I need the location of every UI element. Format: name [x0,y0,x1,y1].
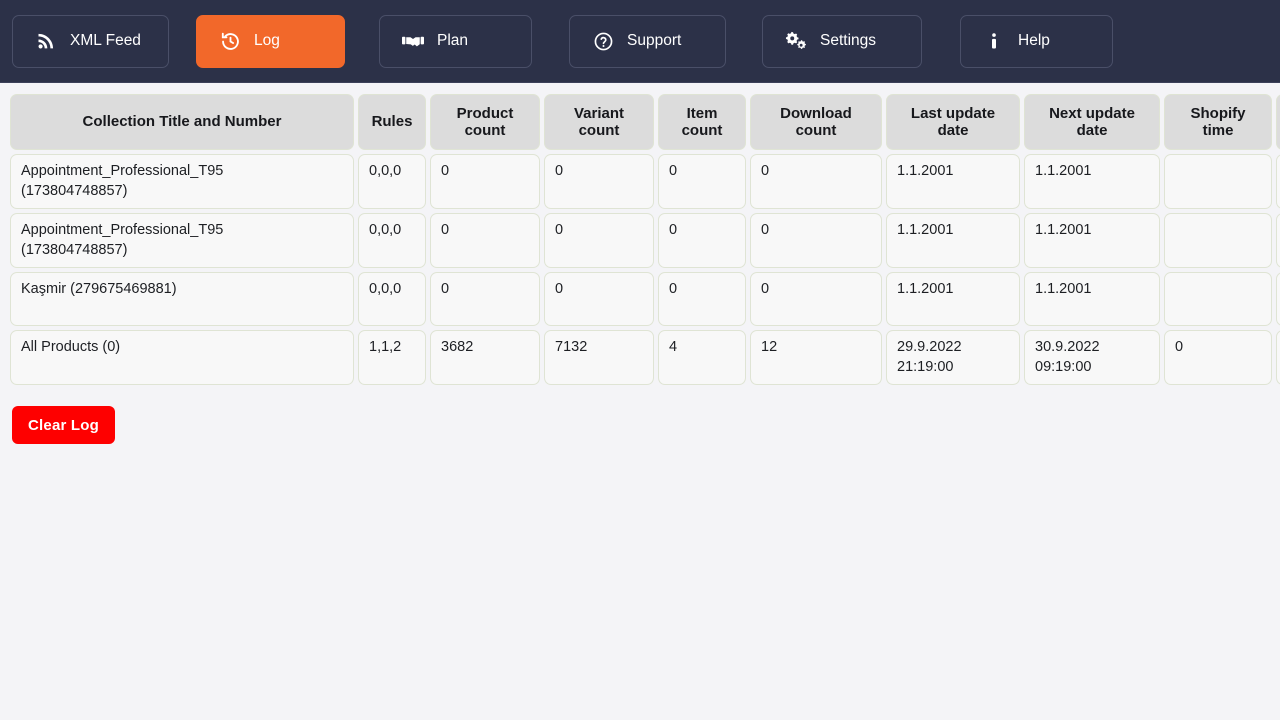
table-header-row: Collection Title and Number Rules Produc… [10,94,1280,150]
cell-product-count: 0 [430,272,540,327]
cell-collection-title: Appointment_Professional_T95 (1738047488… [10,213,354,269]
cell-item-count: 4 [658,330,746,386]
cell-last-update-date: 1.1.2001 [886,213,1020,269]
cell-last-update-date: 29.9.2022 21:19:00 [886,330,1020,386]
table-row[interactable]: Kaşmir (279675469881) 0,0,0 0 0 0 0 1.1.… [10,272,1280,327]
cell-download-count: 0 [750,154,882,210]
cell-variant-count: 0 [544,213,654,269]
cell-shopify-time [1164,272,1272,327]
cell-product-count: 3682 [430,330,540,386]
cell-collection-title: All Products (0) [10,330,354,386]
handshake-icon [402,30,424,52]
column-header-collection-title[interactable]: Collection Title and Number [10,94,354,150]
cell-last-update-date: 1.1.2001 [886,154,1020,210]
column-header-download-count[interactable]: Download count [750,94,882,150]
cell-download-count: 0 [750,213,882,269]
cell-item-count: 0 [658,213,746,269]
cell-collection-title: Kaşmir (279675469881) [10,272,354,327]
history-clock-icon [219,30,241,52]
column-header-next-update-date[interactable]: Next update date [1024,94,1160,150]
cell-next-update-date: 1.1.2001 [1024,213,1160,269]
nav-label-plan: Plan [437,32,469,50]
table-row[interactable]: All Products (0) 1,1,2 3682 7132 4 12 29… [10,330,1280,386]
log-table-container: Collection Title and Number Rules Produc… [0,90,1280,389]
rss-icon [35,30,57,52]
nav-label-xml-feed: XML Feed [70,32,141,50]
nav-button-support[interactable]: Support [569,14,726,68]
nav-button-plan[interactable]: Plan [379,14,532,68]
cell-shopify-time [1164,154,1272,210]
nav-label-support: Support [627,32,682,50]
cell-item-count: 0 [658,154,746,210]
nav-button-xml-feed[interactable]: XML Feed [12,14,169,68]
table-row[interactable]: Appointment_Professional_T95 (1738047488… [10,213,1280,269]
cell-rules: 0,0,0 [358,213,426,269]
column-header-item-count[interactable]: Item count [658,94,746,150]
column-header-variant-count[interactable]: Variant count [544,94,654,150]
cell-shopify-time [1164,213,1272,269]
cell-next-update-date: 30.9.2022 09:19:00 [1024,330,1160,386]
nav-button-settings[interactable]: Settings [762,14,922,68]
cell-item-count: 0 [658,272,746,327]
nav-label-help: Help [1018,32,1050,50]
cell-rules: 1,1,2 [358,330,426,386]
cell-variant-count: 0 [544,154,654,210]
info-icon [983,30,1005,52]
nav-label-settings: Settings [820,32,877,50]
cell-next-update-date: 1.1.2001 [1024,272,1160,327]
column-header-last-update-date[interactable]: Last update date [886,94,1020,150]
nav-button-log[interactable]: Log [196,14,345,68]
cell-product-count: 0 [430,154,540,210]
cell-collection-title: Appointment_Professional_T95 (1738047488… [10,154,354,210]
question-circle-icon [592,30,614,52]
cell-download-count: 0 [750,272,882,327]
cell-shopify-time: 0 [1164,330,1272,386]
cell-variant-count: 0 [544,272,654,327]
column-header-shopify-time[interactable]: Shopify time [1164,94,1272,150]
cell-overflow [1276,330,1280,386]
column-header-rules[interactable]: Rules [358,94,426,150]
column-header-overflow[interactable] [1276,94,1280,150]
cell-product-count: 0 [430,213,540,269]
cell-variant-count: 7132 [544,330,654,386]
nav-label-log: Log [254,32,280,50]
cell-download-count: 12 [750,330,882,386]
cell-overflow [1276,154,1280,210]
cell-rules: 0,0,0 [358,272,426,327]
cell-rules: 0,0,0 [358,154,426,210]
table-row[interactable]: Appointment_Professional_T95 (1738047488… [10,154,1280,210]
cell-overflow [1276,213,1280,269]
clear-log-button[interactable]: Clear Log [12,406,115,444]
cell-last-update-date: 1.1.2001 [886,272,1020,327]
cell-next-update-date: 1.1.2001 [1024,154,1160,210]
gears-icon [785,30,807,52]
nav-button-help[interactable]: Help [960,14,1113,68]
log-table: Collection Title and Number Rules Produc… [6,90,1280,389]
cell-overflow [1276,272,1280,327]
top-navigation-bar: XML Feed Log Plan Support Settings Help [0,0,1280,83]
column-header-product-count[interactable]: Product count [430,94,540,150]
